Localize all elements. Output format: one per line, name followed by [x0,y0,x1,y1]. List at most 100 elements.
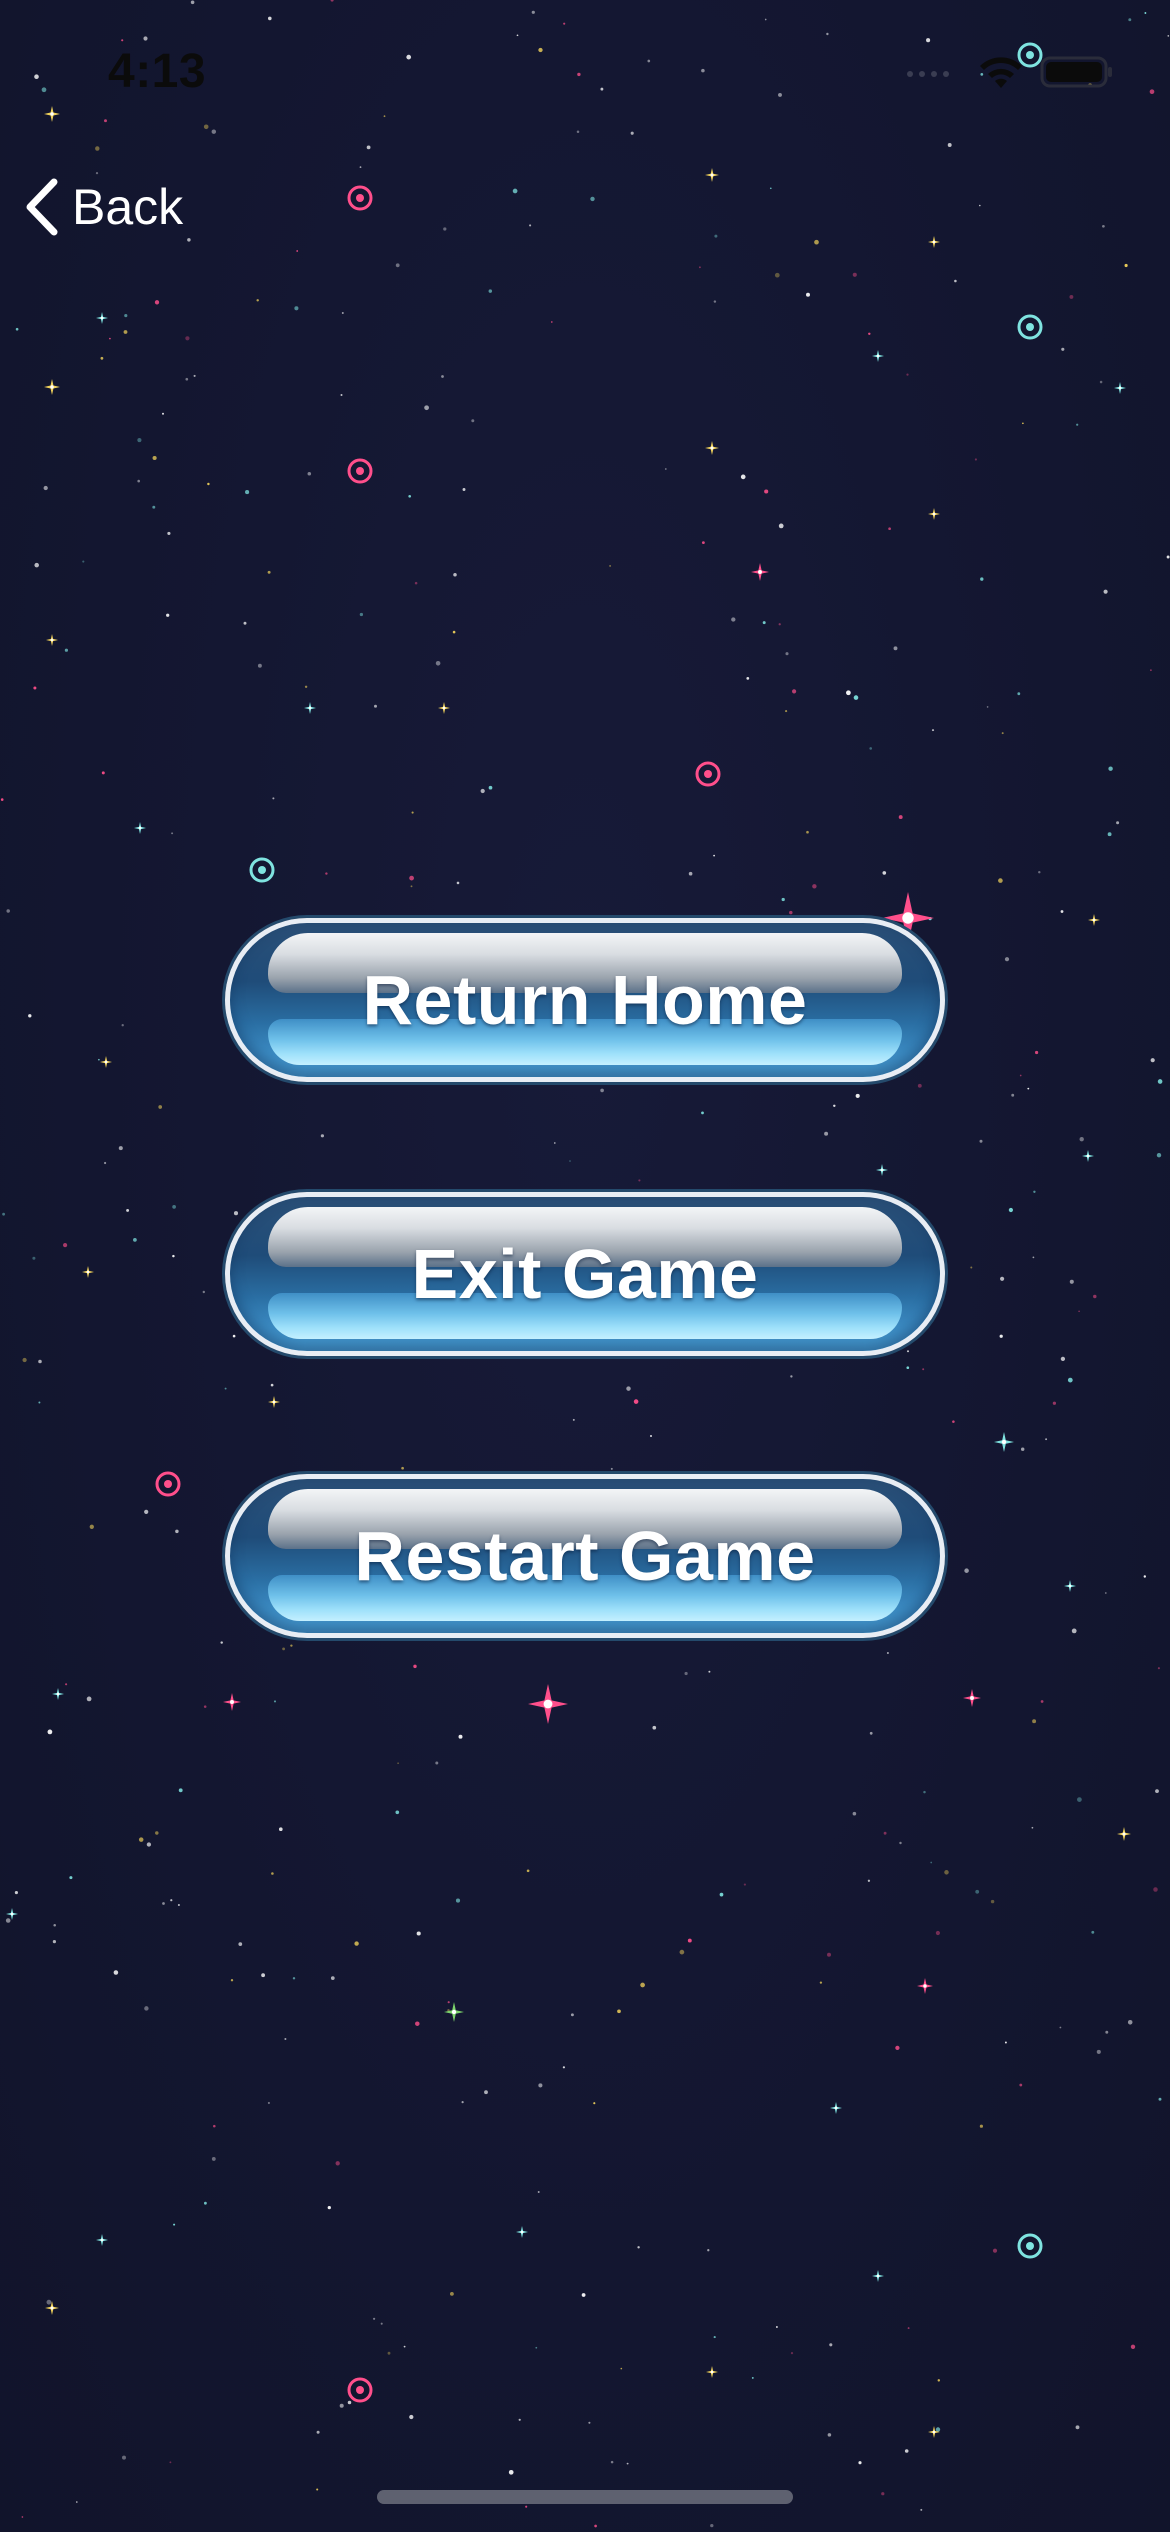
star-dot [455,1898,461,1903]
star-dot [75,2501,78,2503]
ring-star [347,185,373,211]
star-dot [525,2505,528,2508]
star-dot [471,419,475,423]
star-dot [699,266,701,269]
star-dot [640,1982,645,1988]
star-dot [1045,1438,1048,1441]
star-dot [271,1872,274,1875]
star-dot [979,1139,983,1143]
star-dot [146,1842,152,1847]
star-dot [785,710,788,713]
star-dot [82,560,85,563]
star-dot [1150,1058,1155,1063]
star-dot [1079,1137,1084,1142]
star-dot [610,1467,613,1470]
star-dot [812,884,817,889]
ring-star [347,2377,373,2403]
star-dot [1035,1050,1039,1055]
star-dot [1059,2026,1062,2029]
star-dot [952,1420,955,1423]
star-dot [0,798,4,801]
star-dot [1040,1700,1044,1703]
star-dot [769,187,772,190]
star-dot [1004,957,1010,962]
cellular-signal-icon [907,71,949,77]
sparkle-star [52,1688,64,1700]
star-dot [230,1979,234,1982]
star-dot [790,1375,793,1378]
star-dot [65,1683,68,1686]
star-dot [178,1788,183,1793]
star-dot [1103,589,1108,594]
star-dot [409,2414,414,2420]
star-dot [806,830,809,834]
star-dot [380,2322,383,2325]
star-dot [335,2161,340,2166]
star-dot [790,2352,794,2355]
exit-game-button[interactable]: Exit Game [225,1192,945,1356]
star-dot [152,505,156,509]
star-dot [1127,2020,1133,2025]
home-indicator[interactable] [377,2490,793,2504]
star-dot [935,1930,940,1936]
sparkle-star [917,1978,933,1994]
star-dot [152,455,157,461]
star-dot [261,1973,266,1978]
star-dot [267,570,271,574]
star-dot [1093,1294,1097,1299]
return-home-button[interactable]: Return Home [225,918,945,1082]
star-dot [307,472,312,476]
star-dot [453,573,457,577]
sparkle-star [223,1693,241,1711]
star-dot [155,1831,159,1835]
star-dot [21,2516,24,2518]
star-dot [171,832,174,835]
star-dot [1011,1093,1015,1097]
star-dot [395,1810,400,1815]
star-dot [886,1651,889,1655]
star-dot [1157,1667,1160,1670]
ring-star [1017,2233,1043,2259]
star-dot [211,2156,216,2161]
back-button[interactable]: Back [22,172,183,242]
star-dot [764,489,769,494]
star-dot [713,2336,716,2339]
star-dot [806,292,810,297]
star-dot [688,871,693,876]
star-dot [175,1529,179,1534]
star-dot [1158,2097,1162,2101]
star-dot [256,299,259,302]
star-dot [713,854,715,857]
star-dot [852,1811,857,1816]
star-dot [458,1734,463,1739]
star-dot [778,623,781,626]
star-dot [990,1899,995,1904]
star-dot [626,1386,631,1391]
star-dot [290,1644,293,1647]
star-dot [638,1179,641,1182]
sparkle-star [6,1908,18,1920]
wifi-icon [980,57,1022,88]
star-dot [359,612,364,617]
ring-star [155,1471,181,1497]
star-dot [133,1238,137,1242]
ring-star [695,761,721,787]
star-dot [868,332,871,336]
star-dot [34,562,39,568]
star-dot [899,1841,902,1845]
star-dot [416,1931,421,1936]
star-dot [526,1869,530,1873]
star-dot [1157,1079,1163,1084]
star-dot [883,1831,887,1835]
star-dot [320,1134,325,1138]
star-dot [954,279,957,283]
sparkle-star [96,2234,108,2246]
star-dot [553,1142,556,1144]
star-dot [1069,1279,1074,1284]
star-dot [43,485,48,491]
restart-game-button[interactable]: Restart Game [225,1474,945,1638]
star-dot [992,2248,998,2253]
star-dot [47,1729,53,1735]
star-dot [137,438,142,443]
star-dot [339,2403,344,2408]
